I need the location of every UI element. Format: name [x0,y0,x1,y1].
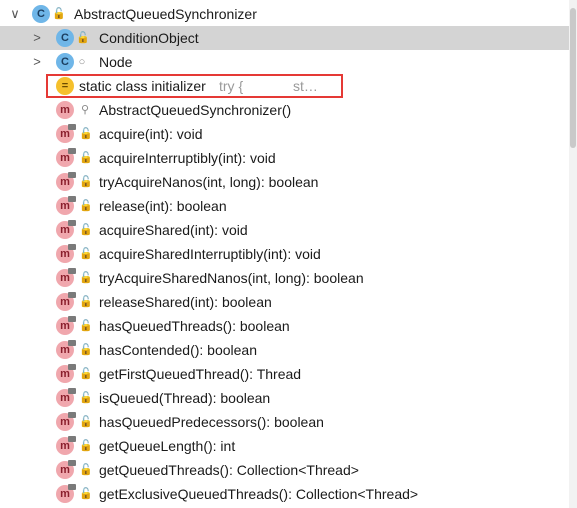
method-label: isQueued(Thread): boolean [99,390,271,406]
method-label: tryAcquireSharedNanos(int, long): boolea… [99,270,364,286]
public-visibility-icon: 🔓 [52,8,66,20]
tree-row-method[interactable]: m 🔓 acquireShared(int): void [0,218,569,242]
package-visibility-icon: ○ [78,56,86,68]
structure-tree: ∨ C 🔓 AbstractQueuedSynchronizer > C 🔓 C… [0,0,569,508]
tree-row-method[interactable]: m 🔓 acquire(int): void [0,122,569,146]
lock-icon [68,484,76,490]
tree-row-method[interactable]: m 🔓 getQueueLength(): int [0,434,569,458]
class-icon: C [56,53,74,71]
tree-row-method[interactable]: m 🔓 tryAcquireNanos(int, long): boolean [0,170,569,194]
public-visibility-icon: 🔓 [76,32,90,44]
method-label: getFirstQueuedThread(): Thread [99,366,302,382]
tree-row-method[interactable]: m 🔓 getFirstQueuedThread(): Thread [0,362,569,386]
lock-icon [68,292,76,298]
tree-row-method[interactable]: m 🔓 getQueuedThreads(): Collection<Thread> [0,458,569,482]
tree-row-method[interactable]: m 🔓 getExclusiveQueuedThreads(): Collectio… [0,482,569,506]
expand-toggle-icon[interactable]: ∨ [8,2,22,26]
method-label: acquire(int): void [99,126,203,142]
tree-row-method[interactable]: m 🔓 hasQueuedPredecessors(): boolean [0,410,569,434]
inner-class-label: ConditionObject [99,30,199,46]
public-visibility-icon: 🔓 [79,488,93,500]
public-visibility-icon: 🔓 [79,176,93,188]
method-label: tryAcquireNanos(int, long): boolean [99,174,319,190]
public-visibility-icon: 🔓 [79,200,93,212]
expand-toggle-icon[interactable]: > [30,50,44,74]
public-visibility-icon: 🔓 [79,272,93,284]
expand-toggle-icon[interactable]: > [30,26,44,50]
constructor-label: AbstractQueuedSynchronizer() [99,102,292,118]
tree-row-method[interactable]: m 🔓 releaseShared(int): boolean [0,290,569,314]
lock-icon [68,124,76,130]
highlight-box [46,74,343,98]
lock-icon [68,436,76,442]
method-label: getExclusiveQueuedThreads(): Collection<… [99,486,419,502]
tree-row-method[interactable]: m 🔓 isQueued(Thread): boolean [0,386,569,410]
lock-icon [68,268,76,274]
method-label: acquireSharedInterruptibly(int): void [99,246,321,262]
lock-icon [68,460,76,466]
lock-icon [68,220,76,226]
public-visibility-icon: 🔓 [79,368,93,380]
method-label: release(int): boolean [99,198,227,214]
method-label: getQueueLength(): int [99,438,236,454]
class-icon: C [56,29,74,47]
lock-icon [68,388,76,394]
public-visibility-icon: 🔓 [79,152,93,164]
tree-row-inner-class[interactable]: > C 🔓 ConditionObject [0,26,569,50]
tree-row-method[interactable]: m 🔓 hasContended(): boolean [0,338,569,362]
public-visibility-icon: 🔓 [79,224,93,236]
lock-icon [68,412,76,418]
method-icon: m [56,101,74,119]
class-icon: C [32,5,50,23]
tree-row-root[interactable]: ∨ C 🔓 AbstractQueuedSynchronizer [0,2,569,26]
tree-row-inner-class[interactable]: > C ○ Node [0,50,569,74]
lock-icon [68,316,76,322]
method-label: acquireShared(int): void [99,222,248,238]
method-label: getQueuedThreads(): Collection<Thread> [99,462,359,478]
public-visibility-icon: 🔓 [79,248,93,260]
public-visibility-icon: 🔓 [79,440,93,452]
root-class-label: AbstractQueuedSynchronizer [74,6,257,22]
public-visibility-icon: 🔓 [79,320,93,332]
method-label: hasContended(): boolean [99,342,258,358]
lock-icon [68,196,76,202]
method-label: hasQueuedThreads(): boolean [99,318,290,334]
public-visibility-icon: 🔓 [79,464,93,476]
public-visibility-icon: 🔓 [79,344,93,356]
public-visibility-icon: 🔓 [79,392,93,404]
tree-row-method[interactable]: m 🔓 release(int): boolean [0,194,569,218]
lock-icon [68,364,76,370]
method-label: hasQueuedPredecessors(): boolean [99,414,324,430]
public-visibility-icon: 🔓 [79,296,93,308]
tree-row-method[interactable]: m 🔓 acquireInterruptibly(int): void [0,146,569,170]
tree-row-method[interactable]: m 🔓 acquireSharedInterruptibly(int): void [0,242,569,266]
tree-row-constructor[interactable]: m ⚲ AbstractQueuedSynchronizer() [0,98,569,122]
scrollbar-thumb[interactable] [570,8,576,148]
vertical-scrollbar[interactable] [569,0,577,508]
lock-icon [68,244,76,250]
lock-icon [68,148,76,154]
inner-class-label: Node [99,54,133,70]
lock-icon [68,172,76,178]
lock-icon [68,340,76,346]
tree-row-method[interactable]: m 🔓 hasQueuedThreads(): boolean [0,314,569,338]
method-label: acquireInterruptibly(int): void [99,150,276,166]
private-visibility-icon: ⚲ [80,104,90,116]
public-visibility-icon: 🔓 [79,416,93,428]
tree-row-method[interactable]: m 🔓 tryAcquireSharedNanos(int, long): bool… [0,266,569,290]
method-label: releaseShared(int): boolean [99,294,272,310]
public-visibility-icon: 🔓 [79,128,93,140]
